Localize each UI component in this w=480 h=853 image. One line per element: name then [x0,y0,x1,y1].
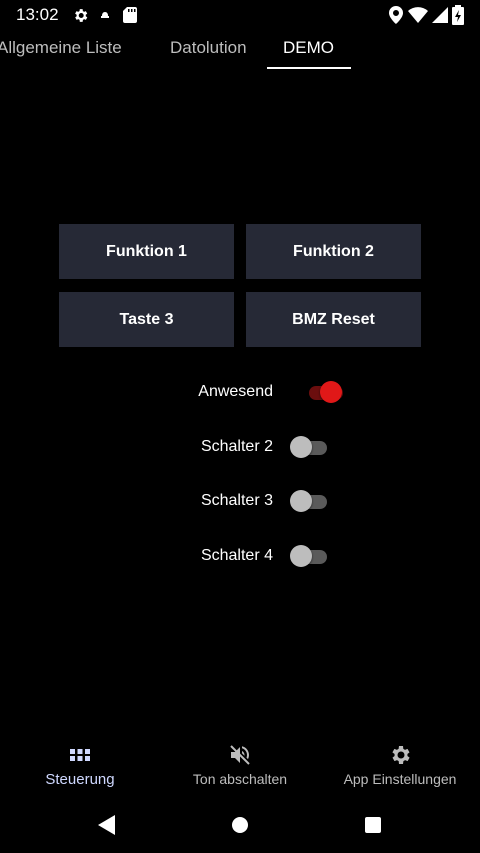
nav-ton-abschalten[interactable]: Ton abschalten [180,735,300,795]
switch-thumb [290,490,312,512]
tab-allgemeine-liste[interactable]: Allgemeine Liste [0,38,122,58]
home-button[interactable] [228,813,252,837]
recents-button[interactable] [361,813,385,837]
signal-icon [430,5,450,25]
sd-card-icon [120,5,140,25]
tab-datolution[interactable]: Datolution [170,38,247,58]
battery-icon [448,5,468,25]
taste-3-button[interactable]: Taste 3 [59,292,234,347]
nav-label: App Einstellungen [343,771,457,787]
switch-thumb [320,381,342,403]
switch-label: Schalter 2 [200,438,273,455]
location-icon [386,5,406,25]
anwesend-switch[interactable] [299,381,343,403]
tab-indicator [267,67,351,69]
switch-row-schalter-2: Schalter 2 [0,432,480,462]
status-bar: 13:02 [0,0,480,30]
grid-icon [68,743,92,767]
tab-bar: Allgemeine Liste Datolution DEMO [0,30,480,70]
wifi-icon [408,5,428,25]
nav-label: Ton abschalten [192,771,288,787]
schalter-3-switch[interactable] [290,490,330,512]
app-screen: 13:02 Allgemeine Liste Datolution DEMO F… [0,0,480,853]
switch-row-schalter-4: Schalter 4 [0,541,480,571]
back-button[interactable] [95,813,119,837]
switch-label: Anwesend [198,383,273,400]
settings-icon [388,743,412,767]
mute-icon [228,743,252,767]
status-time: 13:02 [16,5,59,24]
gear-icon [70,5,90,25]
notification-icon [95,5,115,25]
switch-row-anwesend: Anwesend [0,377,480,407]
funktion-2-button[interactable]: Funktion 2 [246,224,421,279]
schalter-4-switch[interactable] [290,545,330,567]
schalter-2-switch[interactable] [290,436,330,458]
switch-label: Schalter 3 [200,492,273,509]
nav-steuerung[interactable]: Steuerung [30,735,130,795]
switch-row-schalter-3: Schalter 3 [0,486,480,516]
funktion-1-button[interactable]: Funktion 1 [59,224,234,279]
system-navigation-bar [0,805,480,845]
switch-thumb [290,436,312,458]
switch-label: Schalter 4 [200,547,273,564]
switch-thumb [290,545,312,567]
nav-label: Steuerung [45,771,115,788]
tab-demo[interactable]: DEMO [283,38,334,58]
bottom-navigation: Steuerung Ton abschalten App Einstellung… [0,735,480,795]
bmz-reset-button[interactable]: BMZ Reset [246,292,421,347]
nav-app-einstellungen[interactable]: App Einstellungen [340,735,460,795]
